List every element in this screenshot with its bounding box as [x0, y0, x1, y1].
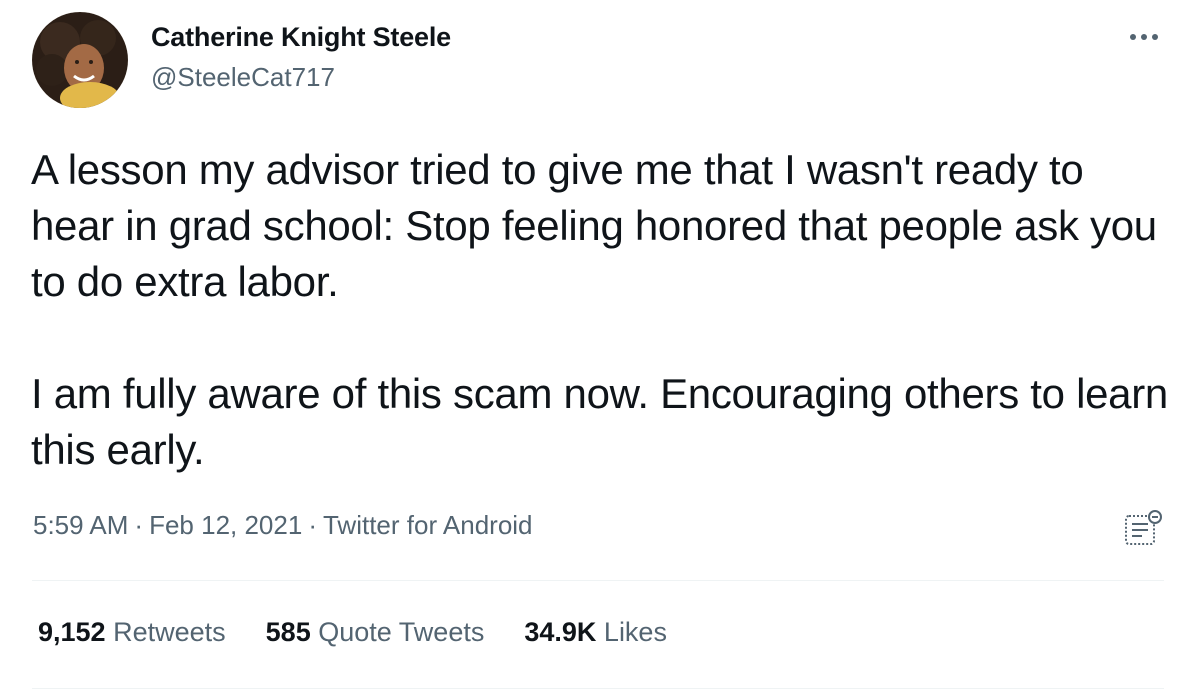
likes-count: 34.9K — [524, 617, 597, 647]
divider — [32, 580, 1164, 581]
meta-separator: · — [308, 510, 317, 540]
author-handle[interactable]: @SteeleCat717 — [151, 62, 335, 93]
retweets-count: 9,152 — [38, 617, 106, 647]
retweets-stat[interactable]: 9,152 Retweets — [38, 617, 226, 648]
tweet-source[interactable]: Twitter for Android — [323, 510, 533, 540]
tweet-stats: 9,152 Retweets 585 Quote Tweets 34.9K Li… — [38, 617, 667, 648]
avatar-image — [32, 12, 128, 108]
tweet-paragraph: A lesson my advisor tried to give me tha… — [31, 146, 1157, 305]
tweet-analytics-icon[interactable] — [1122, 508, 1164, 548]
tweet-card: Catherine Knight Steele @SteeleCat717 A … — [0, 0, 1204, 694]
more-options-button[interactable] — [1124, 22, 1164, 52]
tweet-paragraph: I am fully aware of this scam now. Encou… — [31, 370, 1168, 473]
likes-label: Likes — [603, 617, 667, 647]
quote-tweets-label: Quote Tweets — [318, 617, 485, 647]
quote-tweets-count: 585 — [265, 617, 311, 647]
tweet-text: A lesson my advisor tried to give me tha… — [31, 142, 1171, 478]
tweet-time[interactable]: 5:59 AM — [33, 510, 128, 540]
meta-separator: · — [134, 510, 144, 540]
divider — [32, 688, 1164, 689]
avatar[interactable] — [32, 12, 128, 108]
likes-stat[interactable]: 34.9K Likes — [524, 617, 667, 648]
retweets-label: Retweets — [113, 617, 226, 647]
tweet-meta: 5:59 AM · Feb 12, 2021 · Twitter for Android — [33, 510, 533, 541]
author-name[interactable]: Catherine Knight Steele — [151, 22, 451, 53]
more-horizontal-icon — [1130, 34, 1136, 40]
tweet-date[interactable]: Feb 12, 2021 — [149, 510, 302, 540]
quote-tweets-stat[interactable]: 585 Quote Tweets — [266, 617, 485, 648]
